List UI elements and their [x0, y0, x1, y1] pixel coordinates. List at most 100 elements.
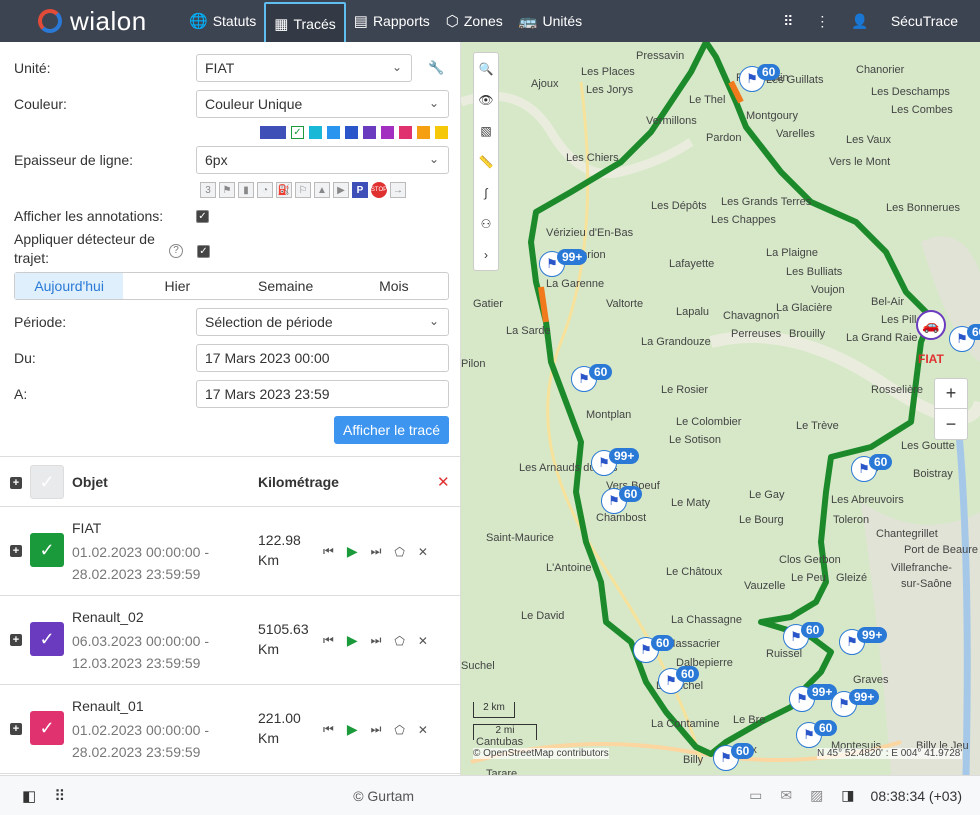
search-icon[interactable]: 🔍	[474, 53, 498, 84]
route-icon[interactable]: ∫	[474, 177, 498, 208]
select-all-checkbox[interactable]: ✓	[30, 465, 64, 499]
row-checkbox[interactable]: ✓	[30, 622, 64, 656]
nav-rapports[interactable]: ▤ Rapports	[346, 0, 438, 42]
map-layers-icon[interactable]: ▧	[474, 115, 498, 146]
tab-month[interactable]: Mois	[340, 273, 448, 299]
track-point-marker[interactable]: ⚑60	[851, 442, 893, 482]
swatch[interactable]	[260, 126, 286, 139]
chevron-right-icon[interactable]: ›	[474, 239, 498, 270]
user-name[interactable]: SécuTrace	[891, 13, 958, 29]
swatch[interactable]	[327, 126, 340, 139]
line-select[interactable]: 6px ⌄	[196, 146, 449, 174]
track-point-marker[interactable]: ⚑60	[783, 610, 825, 650]
delete-icon[interactable]: ✕	[418, 634, 428, 648]
swatch[interactable]	[345, 126, 358, 139]
tab-week[interactable]: Semaine	[232, 273, 340, 299]
to-date-input[interactable]: 17 Mars 2023 23:59	[196, 380, 449, 408]
annotations-checkbox[interactable]: ✓	[196, 209, 209, 223]
apps-grid-icon[interactable]: ⠿	[783, 13, 793, 30]
track-point-marker[interactable]: ⚑ 99+	[539, 237, 588, 277]
fast-forward-icon[interactable]: ⏭	[371, 722, 382, 737]
nav-unites[interactable]: 🚌 Unités	[511, 0, 590, 42]
track-point-marker[interactable]: ⚑60	[601, 474, 643, 514]
detector-checkbox[interactable]: ✓	[197, 245, 210, 258]
unit-marker[interactable]: 🚗	[916, 310, 946, 340]
rewind-icon[interactable]: ⏮	[323, 544, 334, 559]
track-point-marker[interactable]: ⚑60	[796, 708, 838, 748]
user-icon[interactable]: 👤	[851, 13, 868, 30]
expand-icon[interactable]: +	[10, 723, 22, 735]
zoom-in-button[interactable]: +	[935, 379, 967, 409]
color-select[interactable]: Couleur Unique ⌄	[196, 90, 449, 118]
track-point-marker[interactable]: ⚑60	[658, 654, 700, 694]
flag-icon[interactable]: ⚐	[295, 182, 311, 198]
mail-icon[interactable]: ✉	[780, 787, 792, 804]
fuel-icon[interactable]: ⛽	[276, 182, 292, 198]
panel-toggle-icon[interactable]: ◧	[22, 787, 36, 805]
from-date-input[interactable]: 17 Mars 2023 00:00	[196, 344, 449, 372]
fast-forward-icon[interactable]: ⏭	[371, 544, 382, 559]
flags-icon[interactable]: ⚑	[219, 182, 235, 198]
apps-grid-icon[interactable]: ⠿	[54, 787, 65, 805]
video-icon[interactable]: ▶	[333, 182, 349, 198]
expand-icon[interactable]: +	[10, 634, 22, 646]
track-point-marker[interactable]: ⚑60	[949, 312, 980, 352]
swatch-checked[interactable]: ✓	[291, 126, 304, 139]
nav-statuts[interactable]: 🌐 Statuts	[181, 0, 264, 42]
layout-icon[interactable]: ◨	[841, 787, 854, 804]
gauge-icon[interactable]: ◔	[257, 182, 273, 198]
track-point-marker[interactable]: ⚑ 99+	[831, 677, 880, 717]
stop-icon[interactable]: STOP	[371, 182, 387, 198]
swatch[interactable]	[417, 126, 430, 139]
zoom-out-button[interactable]: −	[935, 409, 967, 439]
show-track-button[interactable]: Afficher le tracé	[334, 416, 449, 444]
tab-today[interactable]: Aujourd'hui	[15, 273, 124, 299]
rewind-icon[interactable]: ⏮	[323, 633, 334, 648]
tab-yesterday[interactable]: Hier	[123, 273, 231, 299]
play-icon[interactable]: ▶	[347, 632, 358, 649]
eye-icon[interactable]: 👁	[474, 84, 498, 115]
image-icon[interactable]: ▨	[810, 787, 823, 804]
unit-select[interactable]: FIAT ⌄	[196, 54, 412, 82]
row-checkbox[interactable]: ✓	[30, 711, 64, 745]
expand-all-icon[interactable]: +	[10, 477, 22, 489]
nav-traces[interactable]: ▦ Tracés	[264, 2, 346, 46]
delete-icon[interactable]: ✕	[418, 723, 428, 737]
swatch[interactable]	[435, 126, 448, 139]
ruler-icon[interactable]: 📏	[474, 146, 498, 177]
map-view[interactable]: PressavinFontmartinLes PlacesAjouxLes Jo…	[461, 42, 980, 775]
swatch[interactable]	[381, 126, 394, 139]
play-icon[interactable]: ▶	[347, 721, 358, 738]
fast-forward-icon[interactable]: ⏭	[371, 633, 382, 648]
more-menu-icon[interactable]: ⋮	[815, 13, 829, 30]
delete-all-icon[interactable]: ✕	[437, 473, 450, 491]
period-select[interactable]: Sélection de période ⌄	[196, 308, 449, 336]
polygon-icon[interactable]: ⬠	[394, 723, 404, 737]
help-icon[interactable]: ?	[169, 244, 183, 258]
notifications-icon[interactable]: ▭	[749, 787, 762, 804]
delete-icon[interactable]: ✕	[418, 545, 428, 559]
track-point-marker[interactable]: ⚑ 99+	[839, 615, 888, 655]
number-icon[interactable]: 3	[200, 182, 216, 198]
polygon-icon[interactable]: ⬠	[394, 634, 404, 648]
play-icon[interactable]: ▶	[347, 543, 358, 560]
track-point-marker[interactable]: ⚑ 99+	[591, 436, 640, 476]
arrow-icon[interactable]: →	[390, 182, 406, 198]
swatch[interactable]	[309, 126, 322, 139]
expand-icon[interactable]: +	[10, 545, 22, 557]
nodes-icon[interactable]: ⚇	[474, 208, 498, 239]
swatch[interactable]	[363, 126, 376, 139]
polygon-icon[interactable]: ⬠	[394, 545, 404, 559]
row-checkbox[interactable]: ✓	[30, 533, 64, 567]
rewind-icon[interactable]: ⏮	[323, 722, 334, 737]
parking-icon[interactable]: P	[352, 182, 368, 198]
swatch[interactable]	[399, 126, 412, 139]
wialon-logo[interactable]: wialon	[38, 6, 168, 37]
wrench-icon[interactable]: 🔧	[428, 60, 444, 76]
image-icon[interactable]: ▲	[314, 182, 330, 198]
track-point-marker[interactable]: ⚑60	[739, 52, 781, 92]
document-icon[interactable]: ▮	[238, 182, 254, 198]
track-point-marker[interactable]: ⚑60	[713, 731, 755, 771]
nav-zones[interactable]: ⬡ Zones	[438, 0, 511, 42]
track-point-marker[interactable]: ⚑60	[571, 352, 613, 392]
